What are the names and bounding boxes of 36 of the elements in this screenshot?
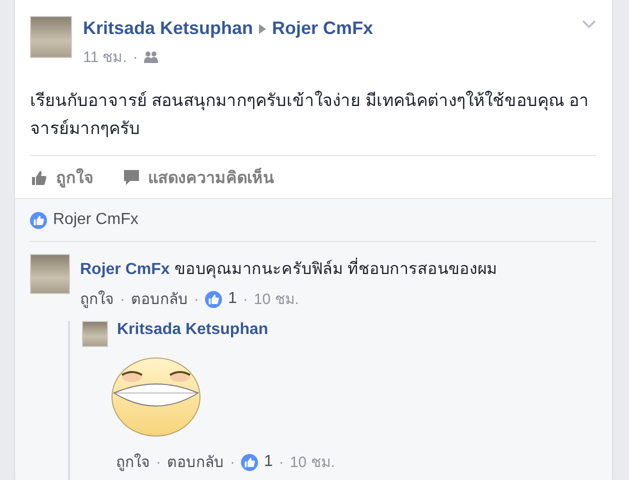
separator: · (156, 454, 161, 470)
separator: · (230, 454, 235, 470)
post-text: เรียนกับอาจารย์ สอนสนุกมากๆครับเข้าใจง่าย มีเทคนิคต่างๆให้ใช้ขอบคุณ อาจารย์มากๆครับ (30, 90, 590, 140)
separator: · (132, 48, 138, 66)
comment-time: 10 ชม. (290, 453, 335, 473)
thumbs-up-icon (30, 168, 48, 186)
reaction-count: 1 (264, 453, 273, 471)
commenter-link[interactable]: Rojer CmFx (80, 261, 170, 278)
target-link[interactable]: Rojer CmFx (272, 18, 374, 39)
avatar (82, 321, 108, 347)
comment-time: 10 ชม. (254, 290, 299, 310)
avatar (30, 254, 70, 294)
like-button[interactable]: ถูกใจ (30, 165, 93, 190)
reply-link[interactable]: ตอบกลับ (167, 450, 224, 474)
speech-bubble-icon (123, 169, 140, 186)
reply-author-link[interactable]: Kritsada Ketsuphan (117, 321, 268, 347)
like-icon (205, 290, 222, 308)
like-icon (241, 454, 258, 470)
avatar (30, 16, 72, 58)
reaction-count: 1 (228, 290, 237, 308)
separator: · (242, 290, 248, 308)
like-icon (30, 212, 47, 228)
author-link[interactable]: Kritsada Ketsuphan (83, 18, 254, 39)
separator: · (278, 454, 284, 470)
chevron-down-icon[interactable] (582, 20, 596, 28)
separator: · (194, 290, 199, 308)
comment-text: Rojer CmFx ขอบคุณมากนะครับฟิล์ม ที่ชอบการสอนของผม (80, 256, 604, 281)
triangle-icon (259, 24, 266, 34)
people-icon (144, 51, 158, 63)
separator: · (120, 290, 125, 308)
reply-link[interactable]: ตอบกลับ (131, 287, 188, 311)
like-link[interactable]: ถูกใจ (80, 287, 114, 311)
likers-link[interactable]: Rojer CmFx (53, 211, 138, 229)
comment-button[interactable]: แสดงความคิดเห็น (123, 165, 274, 190)
like-link[interactable]: ถูกใจ (116, 450, 150, 474)
post-time: 11 ชม. (83, 48, 127, 68)
